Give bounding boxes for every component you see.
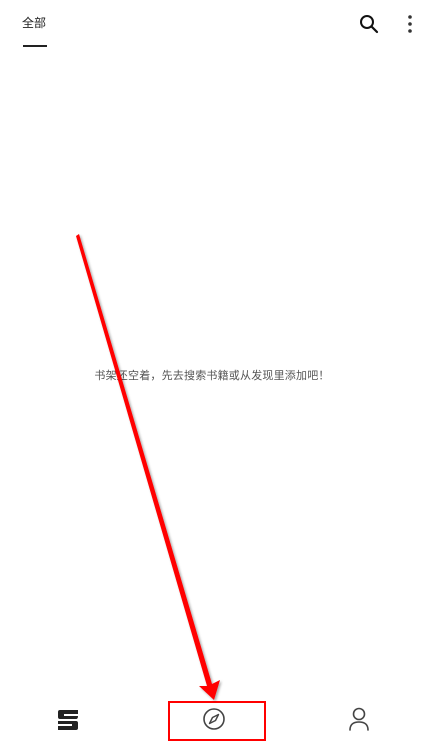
nav-bookshelf[interactable]: [48, 699, 88, 739]
tab-all[interactable]: 全部: [22, 14, 50, 48]
search-button[interactable]: [358, 13, 380, 35]
bookshelf-icon: [58, 710, 78, 730]
discover-highlight-box: [168, 701, 266, 741]
empty-shelf-message: 书架还空着，先去搜索书籍或从发现里添加吧！: [94, 369, 330, 382]
tab-indicator: [23, 45, 47, 47]
top-bar: 全部: [0, 0, 424, 52]
tab-all-label: 全部: [22, 16, 47, 30]
profile-icon: [349, 707, 369, 731]
bookshelf-screen: 全部 书架还空着，先去搜索书籍或从发现里添加吧！: [0, 0, 424, 743]
search-icon: [360, 15, 379, 34]
more-menu-button[interactable]: [401, 13, 419, 35]
nav-profile[interactable]: [339, 699, 379, 739]
more-vertical-icon: [408, 15, 412, 33]
